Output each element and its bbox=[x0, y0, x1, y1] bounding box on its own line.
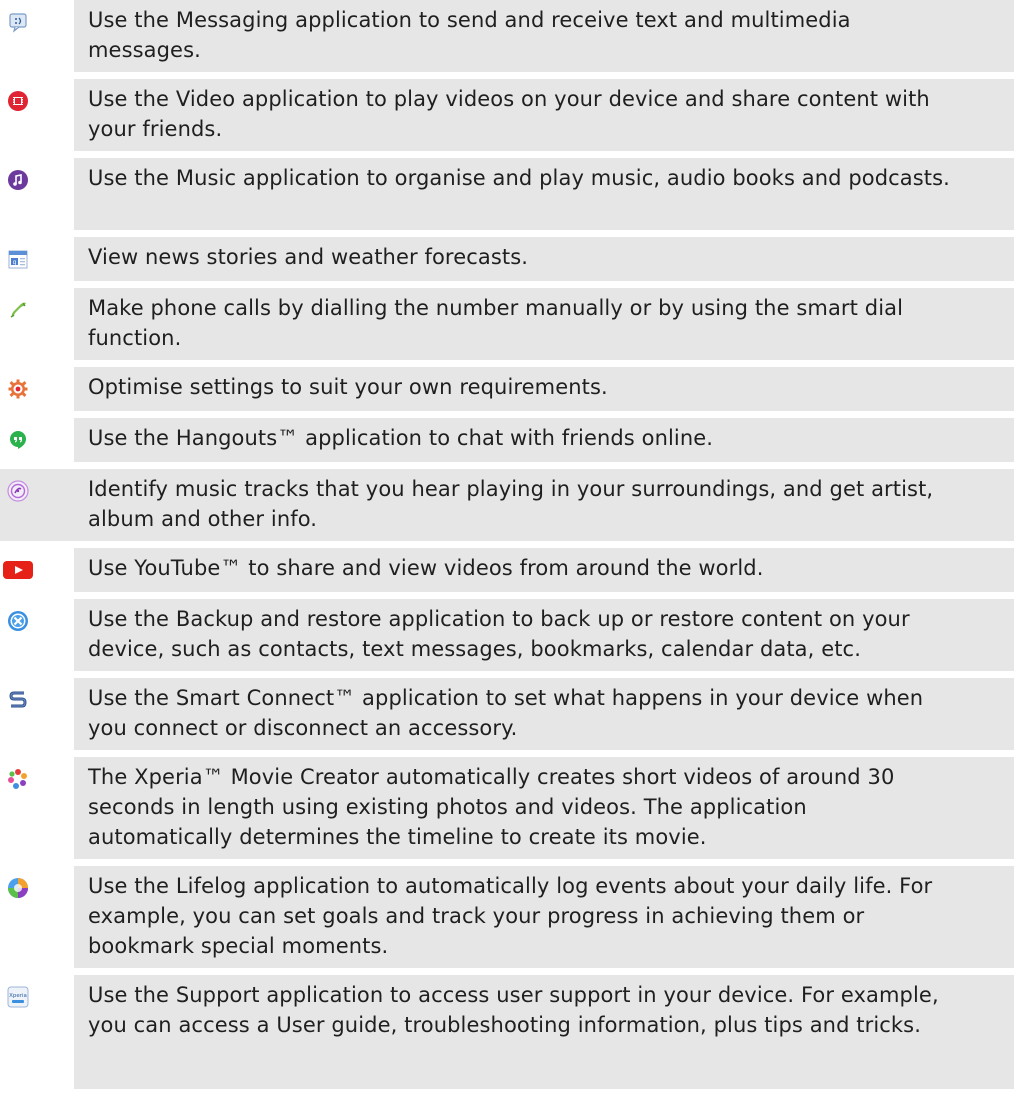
app-description: The Xperia™ Movie Creator automatically … bbox=[88, 765, 895, 849]
lifelog-icon bbox=[6, 876, 30, 900]
app-description: Use the Messaging application to send an… bbox=[88, 8, 851, 62]
app-description: Make phone calls by dialling the number … bbox=[88, 296, 904, 350]
smart-connect-icon bbox=[6, 688, 30, 712]
app-description: Optimise settings to suit your own requi… bbox=[88, 375, 608, 399]
table-row: Use the Smart Connect™ application to se… bbox=[0, 678, 1014, 750]
support-icon: Xperia bbox=[6, 985, 30, 1009]
app-description: Use the Hangouts™ application to chat wi… bbox=[88, 426, 714, 450]
trackid-icon bbox=[6, 479, 30, 503]
table-row: Optimise settings to suit your own requi… bbox=[0, 367, 1014, 411]
movie-creator-icon bbox=[6, 767, 30, 791]
app-description: Use the Music application to organise an… bbox=[88, 166, 950, 190]
app-description: Use the Smart Connect™ application to se… bbox=[88, 686, 924, 740]
support-icon-label: Xperia bbox=[9, 993, 27, 999]
messaging-icon bbox=[6, 10, 30, 34]
hangouts-icon bbox=[6, 428, 30, 452]
music-icon bbox=[6, 168, 30, 192]
app-description: Use the Support application to access us… bbox=[88, 983, 939, 1037]
table-row: Xperia Use the Support application to ac… bbox=[0, 975, 1014, 1089]
table-row: Make phone calls by dialling the number … bbox=[0, 288, 1014, 360]
table-row: Use the Video application to play videos… bbox=[0, 79, 1014, 151]
table-row: Identify music tracks that you hear play… bbox=[0, 469, 1014, 541]
table-row: Use the Backup and restore application t… bbox=[0, 599, 1014, 671]
table-row: Use the Lifelog application to automatic… bbox=[0, 866, 1014, 968]
app-description: View news stories and weather forecasts. bbox=[88, 245, 529, 269]
table-row: Use the Music application to organise an… bbox=[0, 158, 1014, 230]
news-weather-icon: g bbox=[6, 247, 30, 271]
app-description: Use the Lifelog application to automatic… bbox=[88, 874, 933, 958]
table-row: g View news stories and weather forecast… bbox=[0, 237, 1014, 281]
video-icon bbox=[6, 89, 30, 113]
phone-icon bbox=[6, 298, 30, 322]
table-row: Use the Messaging application to send an… bbox=[0, 0, 1014, 72]
backup-restore-icon bbox=[6, 609, 30, 633]
app-description-table: Use the Messaging application to send an… bbox=[0, 0, 1014, 1101]
svg-text:g: g bbox=[13, 259, 17, 266]
app-description: Use the Video application to play videos… bbox=[88, 87, 930, 141]
settings-icon bbox=[6, 377, 30, 401]
app-description: Use the Backup and restore application t… bbox=[88, 607, 910, 661]
table-row: The Xperia™ Movie Creator automatically … bbox=[0, 757, 1014, 859]
app-description: Identify music tracks that you hear play… bbox=[88, 477, 934, 531]
youtube-icon bbox=[2, 558, 34, 582]
table-row: Use YouTube™ to share and view videos fr… bbox=[0, 548, 1014, 592]
table-row: Use the Hangouts™ application to chat wi… bbox=[0, 418, 1014, 462]
app-description: Use YouTube™ to share and view videos fr… bbox=[88, 556, 764, 580]
